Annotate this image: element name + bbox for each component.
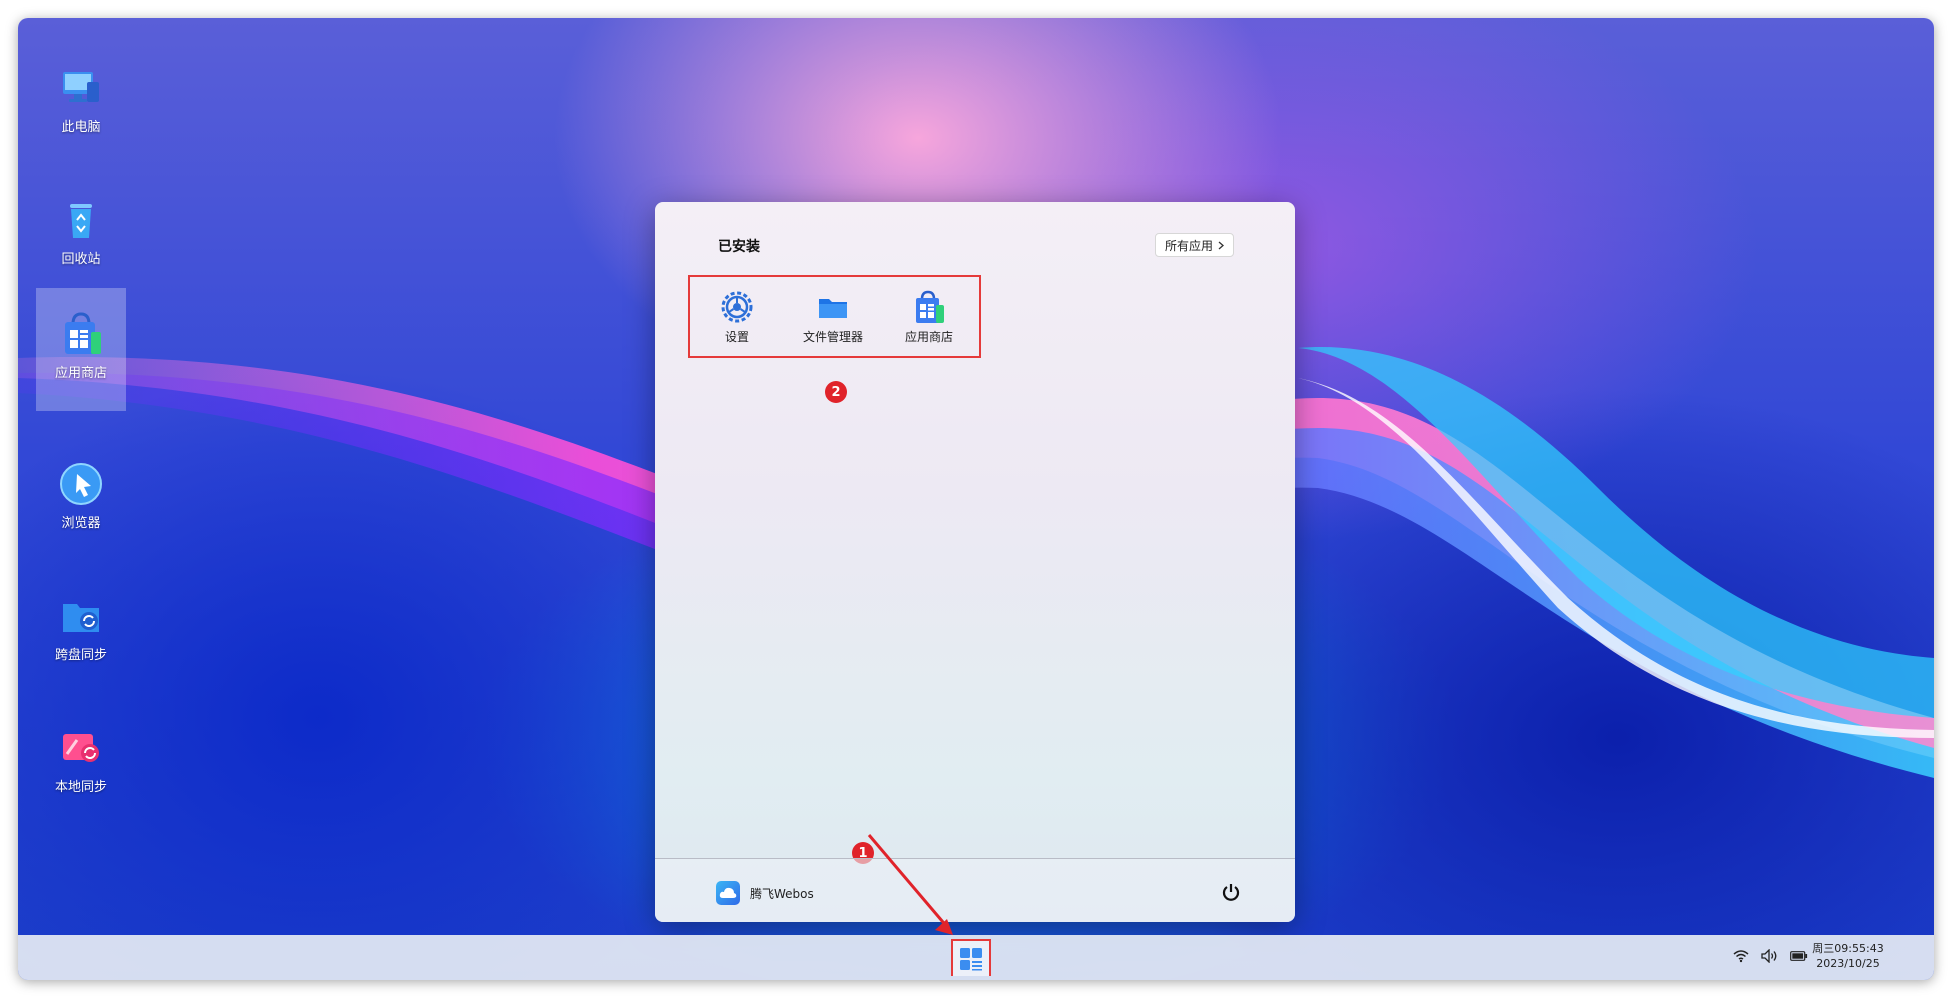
taskbar: 周三09:55:43 2023/10/25 [18,935,1934,980]
wifi-icon[interactable] [1733,949,1749,963]
volume-icon[interactable] [1761,949,1778,963]
annotation-arrow [867,834,953,935]
battery-icon[interactable] [1790,950,1808,962]
system-tray [1733,949,1808,963]
taskbar-clock[interactable]: 周三09:55:43 2023/10/25 [1808,941,1888,971]
desktop-screen: 此电脑 回收站 应用商店 浏览器 跨盘同步 本地同步 已安装 所有应用 设置 文… [18,18,1934,980]
start-menu-icon [960,947,982,970]
start-button[interactable] [951,939,991,976]
clock-date: 2023/10/25 [1816,957,1880,970]
clock-time: 周三09:55:43 [1812,942,1884,955]
